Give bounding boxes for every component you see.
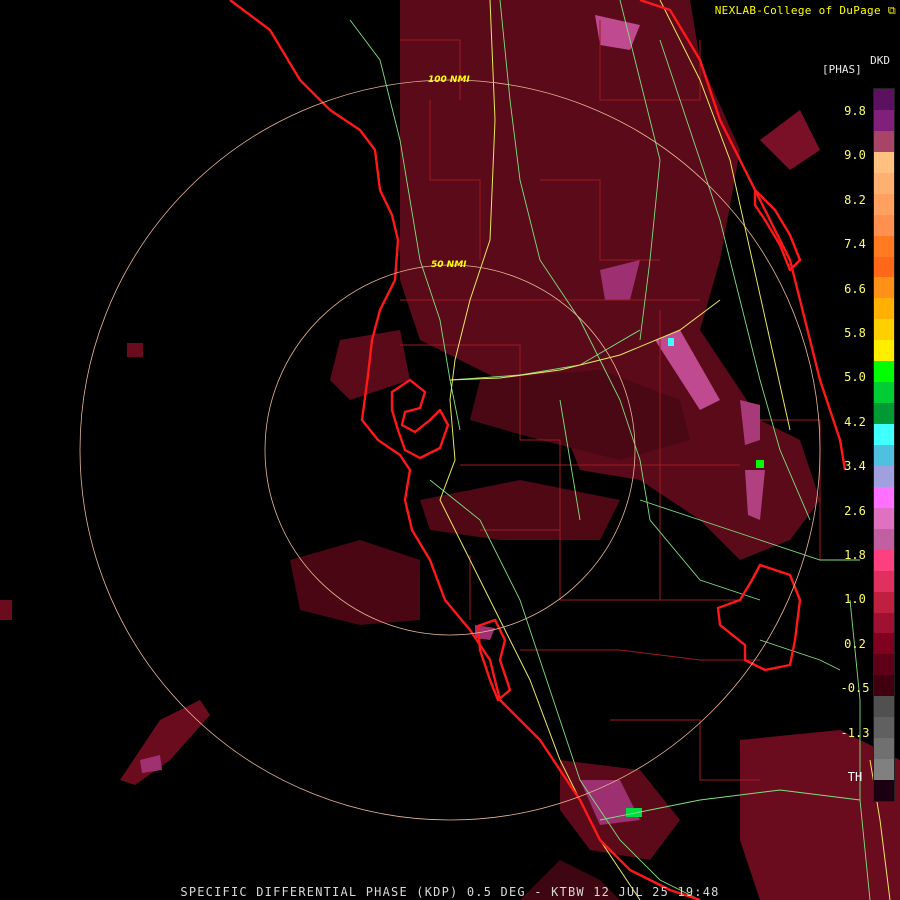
color-scale-tick: 2.6	[844, 503, 866, 518]
color-scale-segment	[874, 445, 894, 467]
color-scale-segment	[874, 528, 894, 551]
color-scale-segment	[874, 256, 894, 278]
color-scale-tick: 9.8	[844, 104, 866, 118]
color-scale-segment	[874, 780, 894, 802]
color-scale-segment	[874, 759, 894, 781]
radar-map: 100 NMI 50 NMI	[0, 0, 900, 900]
echo-region	[290, 540, 420, 625]
color-scale-segment	[874, 403, 894, 425]
county-line	[480, 529, 740, 601]
color-scale-segment	[874, 89, 894, 111]
color-scale-segment	[874, 130, 894, 153]
color-scale-tick: 9.0	[844, 148, 866, 163]
color-scale-tick: TH	[847, 770, 863, 784]
color-scale-segment	[874, 361, 894, 383]
color-scale-tick: 5.8	[844, 326, 866, 340]
cod-logo-icon: ⧉	[887, 4, 896, 17]
range-ring-label-50: 50 NMI	[431, 260, 467, 270]
tampa-bay	[390, 378, 450, 460]
echo-cell	[127, 343, 143, 357]
color-scale-segment	[874, 549, 894, 572]
echo-region	[120, 700, 210, 785]
lake-okeechobee	[716, 563, 802, 672]
color-scale-segment	[874, 277, 894, 299]
color-scale-tick: 6.6	[844, 281, 866, 296]
echo-layer	[0, 0, 900, 900]
product-footer: SPECIFIC DIFFERENTIAL PHASE (KDP) 0.5 DE…	[180, 885, 720, 899]
color-scale-segment	[874, 717, 894, 739]
echo-core	[756, 460, 764, 468]
color-scale-segment	[874, 738, 894, 760]
echo-region	[760, 110, 820, 170]
color-scale-tick: 5.0	[844, 370, 866, 385]
radar-view: 100 NMI 50 NMI NEXLAB-College of DuPage …	[0, 0, 900, 900]
color-scale-segment	[874, 340, 894, 362]
product-code: DKD	[870, 54, 890, 67]
highway	[759, 639, 841, 671]
color-scale-segment	[874, 235, 894, 258]
color-scale-segment	[874, 486, 894, 509]
color-scale-segment	[874, 633, 894, 655]
color-scale-segment	[874, 193, 894, 216]
color-scale-segment	[874, 151, 894, 174]
color-scale-segment	[874, 109, 894, 132]
color-scale-segment	[874, 465, 894, 488]
color-scale-segment	[874, 570, 894, 593]
color-scale-tick: 4.2	[844, 414, 866, 429]
echo-cell	[0, 600, 12, 620]
color-scale-tick: -0.5	[840, 681, 870, 696]
color-scale-segment	[874, 675, 894, 697]
color-scale-segment	[874, 382, 894, 404]
color-scale-segment	[874, 214, 894, 237]
legend-units: [PHAS]	[822, 63, 862, 76]
color-scale-segment	[874, 507, 894, 530]
credit-text: NEXLAB-College of DuPage	[714, 4, 881, 17]
color-scale-tick: 8.2	[844, 192, 866, 207]
color-scale-tick: -1.3	[840, 725, 870, 740]
color-scale-tick: 7.4	[844, 237, 866, 252]
color-scale-segment	[874, 172, 894, 195]
color-scale-tick: 1.8	[844, 548, 866, 562]
color-scale-segment	[874, 424, 894, 446]
color-scale-tick: 3.4	[844, 459, 866, 474]
credit-label: NEXLAB-College of DuPage ⧉	[715, 4, 896, 18]
color-scale-tick: 0.2	[844, 636, 866, 651]
color-scale-segment	[874, 591, 894, 614]
echo-region	[420, 480, 620, 540]
color-scale-segment	[874, 654, 894, 676]
range-ring-label-100: 100 NMI	[428, 75, 470, 85]
county-line	[520, 649, 760, 661]
color-scale-bar	[873, 88, 895, 802]
color-scale-segment	[874, 319, 894, 341]
color-scale-segment	[874, 696, 894, 718]
color-scale-segment	[874, 298, 894, 320]
color-scale-segment	[874, 612, 894, 634]
color-scale-tick: 1.0	[844, 592, 866, 607]
echo-core	[668, 338, 674, 346]
